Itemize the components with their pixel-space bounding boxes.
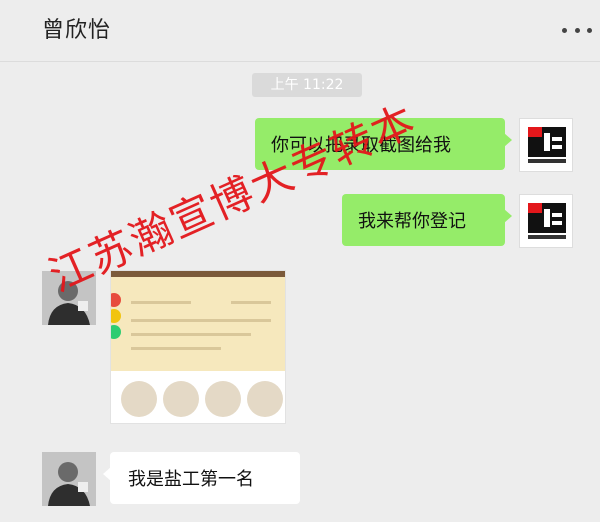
my-avatar[interactable] bbox=[519, 118, 573, 172]
my-avatar[interactable] bbox=[519, 194, 573, 248]
message-bubble-sent[interactable]: 我来帮你登记 bbox=[342, 194, 512, 246]
message-bubble-received[interactable]: 我是盐工第一名 bbox=[103, 452, 300, 504]
contact-name[interactable]: 曾欣怡 bbox=[42, 12, 111, 44]
chat-header: 曾欣怡 bbox=[0, 0, 600, 62]
image-preview bbox=[111, 271, 285, 371]
more-icon[interactable] bbox=[562, 22, 592, 38]
image-message[interactable] bbox=[110, 270, 286, 424]
message-timestamp: 上午 11:22 bbox=[252, 73, 362, 97]
contact-avatar[interactable] bbox=[42, 452, 96, 506]
